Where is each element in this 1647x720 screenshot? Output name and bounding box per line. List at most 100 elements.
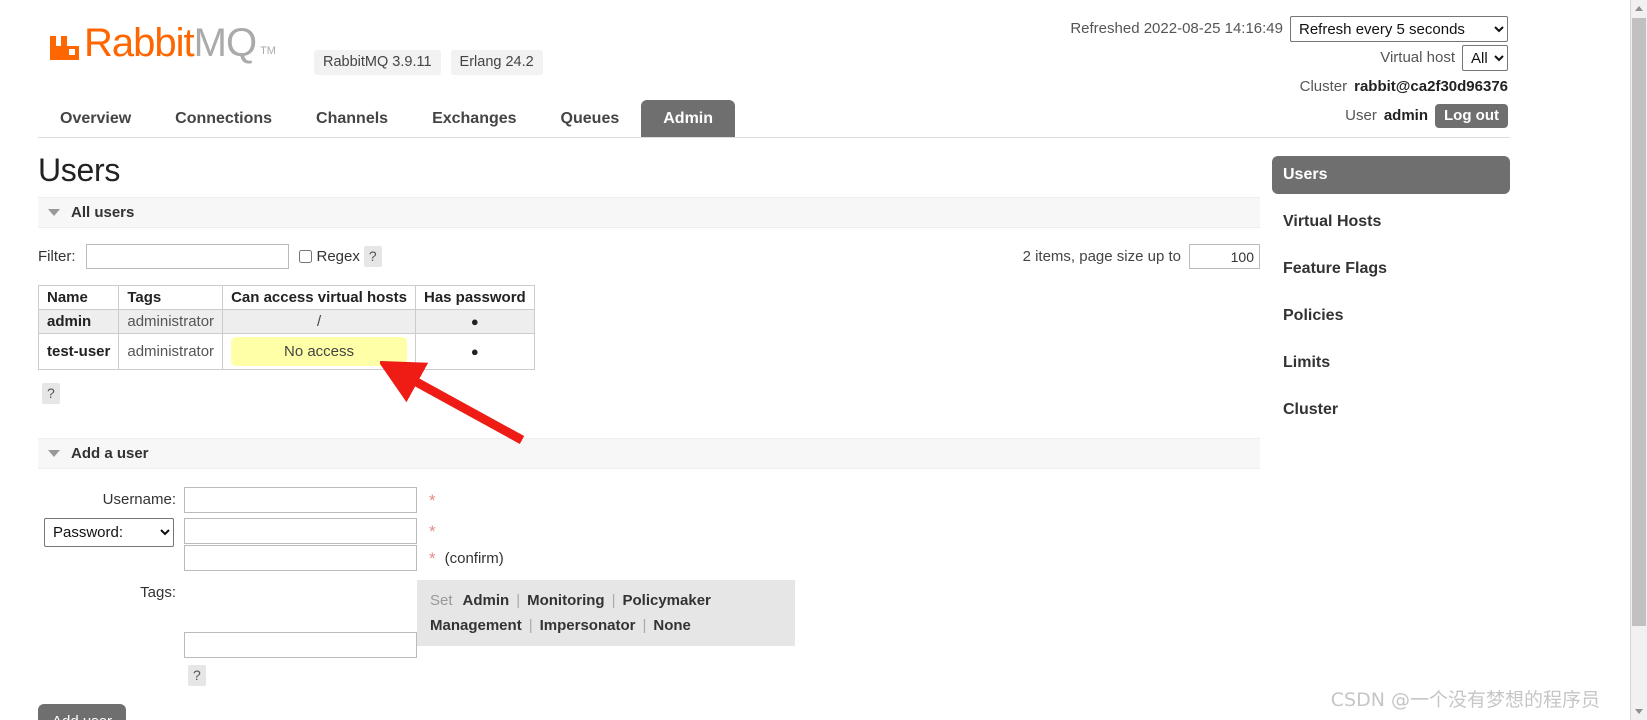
cluster-name: rabbit@ca2f30d96376	[1354, 78, 1508, 95]
tag-separator: |	[642, 617, 647, 634]
cell-user-tags: administrator	[118, 333, 224, 370]
password-input[interactable]	[184, 518, 417, 544]
page-size-input[interactable]	[1189, 244, 1260, 269]
tag-separator: |	[516, 592, 521, 609]
tag-separator: |	[611, 592, 616, 609]
users-table-help-button[interactable]: ?	[42, 383, 60, 404]
regex-label: Regex	[316, 248, 360, 265]
tag-link-impersonator[interactable]: Impersonator	[540, 617, 636, 634]
password-confirm-input[interactable]	[184, 545, 417, 571]
required-asterisk: *	[429, 549, 436, 568]
tab-exchanges[interactable]: Exchanges	[410, 100, 538, 137]
admin-sidebar: Users Virtual Hosts Feature Flags Polici…	[1272, 156, 1510, 429]
users-table: Name Tags Can access virtual hosts Has p…	[37, 285, 535, 370]
cell-user-vhosts: No access	[222, 333, 416, 370]
table-row[interactable]: test-user administrator No access ●	[37, 333, 535, 370]
table-header-row: Name Tags Can access virtual hosts Has p…	[37, 285, 535, 310]
rabbitmq-logo[interactable]: Rabbit MQ TM	[48, 21, 276, 65]
cell-user-has-password: ●	[414, 309, 535, 334]
page-scrollbar[interactable]	[1630, 0, 1647, 720]
sidebar-item-feature-flags[interactable]: Feature Flags	[1272, 250, 1510, 288]
regex-checkbox[interactable]	[298, 250, 312, 263]
cluster-row: Cluster rabbit@ca2f30d96376	[1070, 74, 1508, 100]
filter-label: Filter:	[38, 248, 76, 265]
chevron-down-icon	[48, 450, 60, 457]
all-users-section-label: All users	[71, 204, 135, 221]
add-user-section: Add a user Username: * Password: * * (co…	[38, 438, 1260, 720]
tag-link-none[interactable]: None	[653, 617, 691, 634]
column-header-name[interactable]: Name	[37, 285, 120, 310]
tags-fields: ?	[184, 580, 417, 686]
add-user-section-label: Add a user	[71, 445, 149, 462]
password-type-select[interactable]: Password:	[44, 518, 174, 547]
csdn-watermark: CSDN @一个没有梦想的程序员	[1330, 689, 1600, 711]
all-users-section-header[interactable]: All users	[38, 197, 1260, 228]
tag-link-management[interactable]: Management	[430, 617, 522, 634]
page-header: Rabbit MQ TM RabbitMQ 3.9.11 Erlang 24.2…	[0, 0, 1630, 140]
tab-channels[interactable]: Channels	[294, 100, 410, 137]
column-header-has-password[interactable]: Has password	[414, 285, 535, 310]
add-user-section-header[interactable]: Add a user	[38, 438, 1260, 469]
required-asterisk: *	[429, 522, 436, 541]
column-header-vhosts[interactable]: Can access virtual hosts	[222, 285, 416, 310]
scrollbar-thumb[interactable]	[1632, 18, 1646, 626]
tab-admin[interactable]: Admin	[641, 100, 736, 137]
tag-link-policymaker[interactable]: Policymaker	[622, 592, 710, 609]
add-user-button[interactable]: Add user	[38, 704, 127, 720]
main-content: Users All users Filter: Regex ? 2 items,…	[37, 152, 1260, 720]
required-asterisk: *	[429, 491, 436, 510]
tab-overview[interactable]: Overview	[38, 100, 153, 137]
filter-help-button[interactable]: ?	[363, 246, 382, 267]
sidebar-item-policies[interactable]: Policies	[1272, 297, 1510, 335]
sidebar-item-virtual-hosts[interactable]: Virtual Hosts	[1272, 203, 1510, 241]
cell-user-tags: administrator	[118, 309, 224, 334]
username-label: Username:	[102, 491, 176, 508]
table-help-row: ?	[38, 383, 1260, 404]
table-row[interactable]: admin administrator / ●	[37, 309, 535, 334]
page-viewport: Rabbit MQ TM RabbitMQ 3.9.11 Erlang 24.2…	[0, 0, 1630, 720]
no-access-badge: No access	[231, 337, 407, 366]
virtual-host-label: Virtual host	[1380, 49, 1455, 66]
page-size-controls: 2 items, page size up to	[1023, 244, 1260, 269]
logo-trademark: TM	[260, 45, 276, 57]
username-row: Username: *	[38, 487, 1260, 513]
scroll-down-arrow-icon[interactable]	[1631, 703, 1647, 720]
tags-label: Tags:	[140, 584, 176, 601]
cell-user-name[interactable]: admin	[37, 309, 120, 334]
tags-help-button[interactable]: ?	[188, 665, 206, 686]
rabbitmq-management-page: Rabbit MQ TM RabbitMQ 3.9.11 Erlang 24.2…	[0, 0, 1647, 720]
sidebar-item-limits[interactable]: Limits	[1272, 344, 1510, 382]
tab-queues[interactable]: Queues	[539, 100, 642, 137]
column-header-tags[interactable]: Tags	[118, 285, 224, 310]
cell-user-has-password: ●	[414, 333, 535, 370]
virtual-host-select[interactable]: All	[1462, 45, 1508, 71]
sidebar-item-users[interactable]: Users	[1272, 156, 1510, 194]
logo-text-mq: MQ	[193, 21, 257, 65]
sidebar-item-cluster[interactable]: Cluster	[1272, 391, 1510, 429]
chevron-down-icon	[48, 209, 60, 216]
logo-text-rabbit: Rabbit	[84, 21, 195, 65]
filter-row: Filter: Regex ? 2 items, page size up to	[38, 244, 1260, 269]
tab-connections[interactable]: Connections	[153, 100, 294, 137]
main-navigation: Overview Connections Channels Exchanges …	[38, 100, 1510, 138]
tag-separator: |	[528, 617, 533, 634]
refresh-interval-select[interactable]: Refresh every 5 seconds	[1290, 16, 1508, 42]
has-password-dot-icon: ●	[470, 344, 479, 359]
tag-link-monitoring[interactable]: Monitoring	[527, 592, 604, 609]
username-input[interactable]	[184, 487, 417, 513]
filter-input[interactable]	[85, 244, 289, 269]
items-count-label: 2 items, page size up to	[1022, 248, 1181, 265]
cell-user-vhosts: /	[222, 309, 416, 334]
password-row: Password: * * (confirm)	[38, 518, 1260, 571]
refresh-row: Refreshed 2022-08-25 14:16:49 Refresh ev…	[1070, 16, 1508, 42]
scroll-up-arrow-icon[interactable]	[1631, 0, 1647, 17]
tags-quick-set-panel: Set Admin | Monitoring | Policymaker Manageme…	[417, 580, 795, 646]
tags-input[interactable]	[184, 632, 417, 658]
tag-link-admin[interactable]: Admin	[463, 592, 510, 609]
cell-user-name[interactable]: test-user	[37, 333, 120, 370]
regex-toggle[interactable]: Regex	[298, 248, 360, 265]
confirm-note: (confirm)	[444, 550, 504, 567]
page-title: Users	[38, 152, 121, 188]
tags-row: Tags: ? Set Admin | Monitoring | Policymaker …	[38, 580, 1260, 686]
add-user-form: Username: * Password: * * (confirm) Tags…	[38, 487, 1260, 720]
